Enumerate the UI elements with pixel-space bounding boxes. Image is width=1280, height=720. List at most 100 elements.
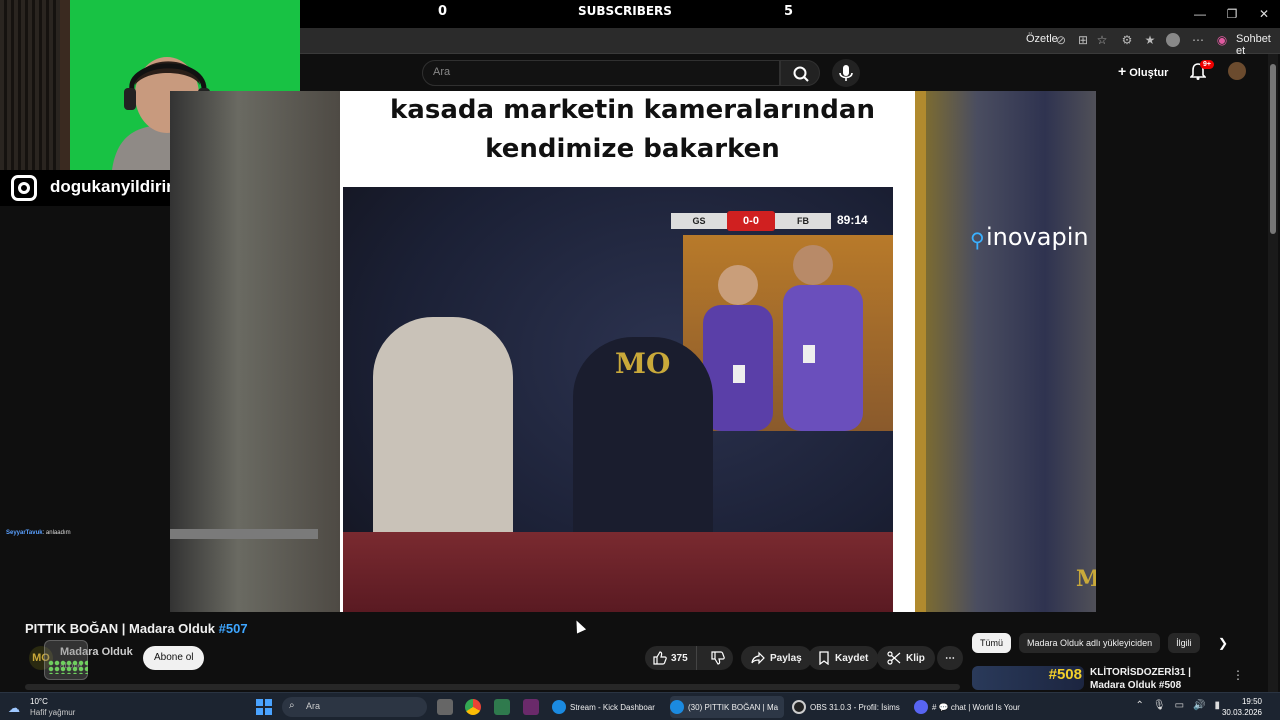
minimize-icon[interactable]: — [1184, 0, 1216, 28]
plus-icon: + [1118, 63, 1127, 79]
scroll-indicator [25, 684, 960, 690]
chevron-up-icon[interactable]: ⌃ [1135, 700, 1143, 711]
thumbs-up-icon [653, 651, 667, 665]
chat-text: : anlaadım [42, 530, 71, 536]
taskbar-item-kick[interactable]: Stream - Kick Dashboar [552, 696, 664, 718]
favorite-star-icon[interactable]: ☆ [1095, 33, 1109, 47]
coaches-figures [703, 245, 863, 431]
windows-start-icon[interactable] [256, 699, 272, 715]
channel-watermark: MO [615, 347, 671, 380]
voice-search-button[interactable] [832, 59, 860, 87]
subscriber-current: 0 [438, 4, 448, 19]
like-dislike-group: 375 [645, 646, 733, 670]
add-tab-icon[interactable]: ⊞ [1076, 33, 1090, 47]
mouse-cursor-icon [571, 618, 587, 634]
chevron-right-icon[interactable]: ❯ [1218, 636, 1228, 650]
share-label: Paylaş [770, 652, 802, 664]
score-value: 0-0 [727, 211, 775, 231]
profile-icon[interactable] [1166, 33, 1180, 47]
search-input[interactable]: Ara [422, 60, 780, 86]
blurred-bar [170, 529, 318, 539]
share-icon [751, 651, 765, 665]
taskbar-clock[interactable]: 19:50 30.03.2026 [1222, 696, 1262, 718]
scrollbar-thumb[interactable] [1270, 64, 1276, 234]
score-away-team: FB [775, 213, 831, 229]
recommended-thumbnail[interactable]: #508 [972, 666, 1084, 690]
video-player[interactable]: kasada marketin kameralarından kendimize… [170, 91, 1096, 612]
favorites-icon[interactable]: ★ [1143, 33, 1157, 47]
rain-cloud-icon: ☁ [8, 701, 20, 715]
media-app-icon[interactable] [523, 699, 539, 715]
acoustic-panel [0, 0, 60, 170]
clip-button[interactable]: Klip [877, 646, 935, 670]
network-icon[interactable]: ▭ [1175, 700, 1184, 711]
clock-date: 30.03.2026 [1221, 708, 1262, 717]
copilot-icon[interactable]: ◉ [1215, 33, 1229, 47]
taskbar-item-youtube[interactable]: (30) PITTIK BOĞAN | Ma [670, 696, 784, 718]
clock-time: 19:50 [1241, 697, 1262, 706]
microphone-tray-icon[interactable]: 🎙 [1153, 700, 1166, 711]
chrome-icon[interactable] [465, 699, 481, 715]
meme-clip: GS 0-0 FB 89:14 MO [343, 187, 893, 612]
reader-icon[interactable]: ⊘ [1054, 33, 1068, 47]
page-scrollbar[interactable] [1268, 54, 1278, 694]
taskbar-item-obs-label: OBS 31.0.3 - Profil: İsims [810, 702, 900, 712]
thumbs-down-icon [710, 651, 725, 665]
sponsor-logo: ⚲inovapin [970, 223, 1089, 252]
video-title: PITTIK BOĞAN | Madara Olduk #507 [25, 621, 248, 636]
chip-from-uploader[interactable]: Madara Olduk adlı yükleyiciden [1019, 633, 1161, 653]
extensions-icon[interactable]: ⚙ [1120, 33, 1134, 47]
chip-related[interactable]: İlgili [1168, 633, 1200, 653]
more-menu-icon[interactable]: ⋯ [1191, 33, 1205, 47]
search-button[interactable] [780, 60, 820, 86]
stadium-screen [683, 235, 893, 431]
obs-icon [792, 700, 806, 714]
corner-watermark: MO [1076, 566, 1096, 592]
close-icon[interactable]: ✕ [1248, 0, 1280, 28]
subscriber-goal-bar: 0 SUBSCRIBERS 5 — ❐ ✕ [300, 0, 1280, 28]
battery-icon[interactable]: ▮ [1214, 700, 1220, 711]
create-button[interactable]: + Oluştur [1118, 63, 1168, 79]
more-vertical-icon[interactable]: ⋮ [1232, 668, 1244, 682]
browser-toolbar: Özetle ⊘ ⊞ ☆ ⚙ ★ ⋯ ◉ Sohbet et [300, 28, 1280, 57]
screen: dogukanyildirimofficiall SeyyarTavuk: an… [0, 0, 1280, 720]
discord-icon [914, 700, 928, 714]
dislike-button[interactable] [702, 646, 733, 670]
stadium-seats [343, 532, 893, 612]
like-button[interactable]: 375 [645, 646, 698, 670]
task-view-icon[interactable] [437, 699, 453, 715]
taskbar-item-youtube-label: (30) PITTIK BOĞAN | Ma [688, 702, 779, 712]
share-button[interactable]: Paylaş [741, 646, 812, 670]
meme-caption: kasada marketin kameralarından kendimize… [390, 95, 875, 164]
score-home-team: GS [671, 213, 727, 229]
volume-icon[interactable]: 🔊 [1193, 700, 1205, 711]
maximize-icon[interactable]: ❐ [1216, 0, 1248, 28]
sponsor-name: inovapin [986, 223, 1089, 251]
bookmark-icon [819, 651, 829, 665]
save-button[interactable]: Kaydet [808, 646, 879, 670]
match-time: 89:14 [837, 213, 868, 227]
recommended-thumbnail-label: #508 [1048, 666, 1082, 683]
taskbar-search[interactable]: Ara [282, 697, 427, 717]
more-horizontal-icon: ⋯ [945, 652, 955, 664]
recommended-title[interactable]: KLİTORİSDOZERİ31 | Madara Olduk #508 [1090, 666, 1220, 690]
video-title-hashtag[interactable]: #507 [219, 621, 248, 636]
subscribe-button[interactable]: Abone ol [143, 646, 205, 670]
search-icon [793, 66, 809, 82]
spreadsheet-app-icon[interactable] [494, 699, 510, 715]
related-filter-chips: Tümü Madara Olduk adlı yükleyiciden İlgi… [972, 633, 1200, 653]
scissors-icon [887, 651, 901, 665]
scoreboard: GS 0-0 FB 89:14 [671, 211, 893, 231]
location-pin-icon: ⚲ [970, 228, 985, 252]
window-controls: — ❐ ✕ [1184, 0, 1280, 28]
taskbar-item-obs[interactable]: OBS 31.0.3 - Profil: İsims [792, 696, 906, 718]
chip-all[interactable]: Tümü [972, 633, 1012, 653]
edge-icon [670, 700, 684, 714]
account-avatar[interactable] [1228, 62, 1246, 80]
weather-description: Hafif yağmur [30, 708, 76, 717]
create-label: Oluştur [1129, 67, 1169, 79]
microphone-icon [839, 65, 853, 81]
notification-badge: 9+ [1200, 60, 1214, 69]
taskbar-item-discord[interactable]: # 💬 chat | World Is Your [914, 696, 1026, 718]
more-actions-button[interactable]: ⋯ [937, 646, 963, 670]
